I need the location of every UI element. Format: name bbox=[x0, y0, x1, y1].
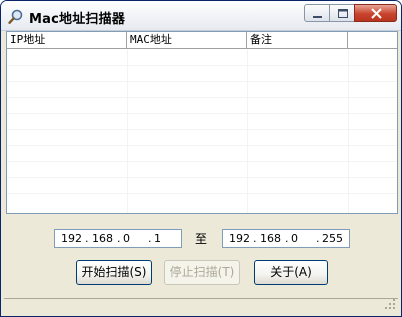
start-ip-octet-3[interactable]: 0 bbox=[123, 232, 130, 245]
ip-dot: . bbox=[316, 232, 320, 245]
ip-dot: . bbox=[285, 232, 289, 245]
stop-scan-button[interactable]: 停止扫描(T) bbox=[164, 260, 240, 285]
status-bar bbox=[4, 298, 398, 314]
end-ip-octet-4[interactable]: 255 bbox=[322, 232, 343, 245]
start-ip-octet-4[interactable]: 1 bbox=[154, 232, 161, 245]
column-header-mac[interactable]: MAC地址 bbox=[127, 32, 247, 48]
window-title: Mac地址扫描器 bbox=[29, 12, 126, 27]
grid-line bbox=[7, 129, 397, 130]
ip-dot: . bbox=[85, 232, 89, 245]
grid-line bbox=[247, 49, 248, 213]
start-scan-button[interactable]: 开始扫描(S) bbox=[76, 260, 152, 285]
grid-line bbox=[7, 65, 397, 66]
ip-dot: . bbox=[253, 232, 257, 245]
grid-line bbox=[7, 161, 397, 162]
start-ip-octet-2[interactable]: 168 bbox=[92, 232, 113, 245]
column-header-note[interactable]: 备注 bbox=[247, 32, 348, 48]
about-button[interactable]: 关于(A) bbox=[254, 260, 328, 285]
end-ip-octet-1[interactable]: 192 bbox=[229, 232, 250, 245]
magnifier-icon bbox=[7, 8, 25, 26]
ip-dot: . bbox=[148, 232, 152, 245]
grid-line bbox=[7, 113, 397, 114]
ip-dot: . bbox=[117, 232, 121, 245]
start-ip-octet-1[interactable]: 192 bbox=[61, 232, 82, 245]
grid-line bbox=[7, 177, 397, 178]
title-bar[interactable]: Mac地址扫描器 bbox=[1, 1, 401, 31]
grid-line bbox=[348, 49, 349, 213]
grid-line bbox=[127, 49, 128, 213]
start-ip-input[interactable]: 192 . 168 . 0 . 1 bbox=[54, 229, 182, 248]
end-ip-octet-3[interactable]: 0 bbox=[291, 232, 298, 245]
range-separator: 至 bbox=[195, 232, 208, 246]
resize-grip-icon[interactable] bbox=[384, 298, 396, 313]
list-header: IP地址 MAC地址 备注 bbox=[7, 32, 397, 49]
grid-line bbox=[7, 81, 397, 82]
grid-line bbox=[7, 193, 397, 194]
minimize-button[interactable] bbox=[304, 4, 330, 22]
result-list[interactable]: IP地址 MAC地址 备注 bbox=[6, 31, 398, 214]
column-header-ip[interactable]: IP地址 bbox=[7, 32, 127, 48]
end-ip-input[interactable]: 192 . 168 . 0 . 255 bbox=[222, 229, 350, 248]
end-ip-octet-2[interactable]: 168 bbox=[260, 232, 281, 245]
close-button[interactable] bbox=[354, 4, 397, 22]
grid-line bbox=[7, 145, 397, 146]
grid-line bbox=[7, 97, 397, 98]
app-window: Mac地址扫描器 IP地址 MAC地址 备注 192 . 168 . 0 . 1… bbox=[0, 0, 402, 317]
maximize-button[interactable] bbox=[329, 4, 355, 22]
